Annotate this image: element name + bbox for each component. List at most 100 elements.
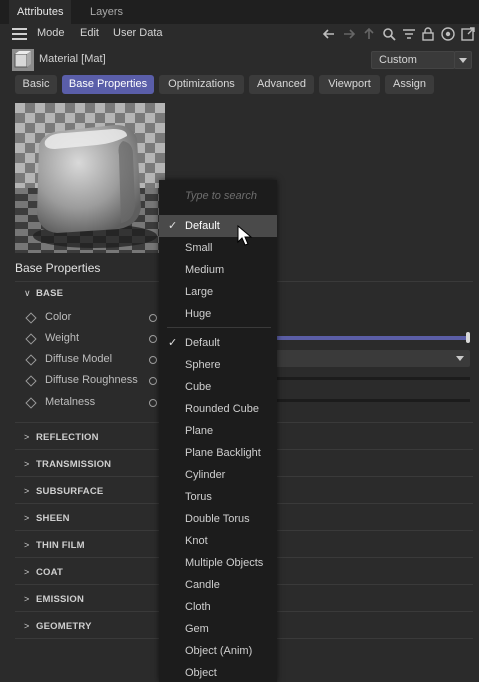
group-label: GEOMETRY bbox=[36, 621, 92, 632]
menu-item-plane-backlight[interactable]: Plane Backlight bbox=[159, 442, 277, 464]
menu-item-multiple-objects[interactable]: Multiple Objects bbox=[159, 552, 277, 574]
group-sheen[interactable]: > SHEEN bbox=[24, 513, 70, 524]
group-label: COAT bbox=[36, 567, 64, 578]
menu-item-label: Object bbox=[185, 667, 217, 679]
group-label: EMISSION bbox=[36, 594, 85, 605]
param-color-label: Color bbox=[45, 311, 72, 323]
menu-item-cube[interactable]: Cube bbox=[159, 376, 277, 398]
group-geometry[interactable]: > GEOMETRY bbox=[24, 621, 92, 632]
keyframe-icon[interactable] bbox=[25, 312, 37, 324]
menu-item-plane[interactable]: Plane bbox=[159, 420, 277, 442]
keyframe-icon[interactable] bbox=[25, 333, 37, 345]
chevron-right-icon: > bbox=[24, 459, 30, 469]
menu-item-torus[interactable]: Torus bbox=[159, 486, 277, 508]
menu-item-label: Knot bbox=[185, 535, 208, 547]
menu-item-label: Gem bbox=[185, 623, 209, 635]
group-label: THIN FILM bbox=[36, 540, 85, 551]
tab-advanced[interactable]: Advanced bbox=[249, 75, 314, 94]
tab-viewport[interactable]: Viewport bbox=[319, 75, 380, 94]
chevron-down-icon bbox=[456, 356, 464, 361]
chevron-right-icon: > bbox=[24, 567, 30, 577]
material-preview[interactable] bbox=[15, 103, 165, 253]
checkmark-icon: ✓ bbox=[168, 220, 178, 232]
back-arrow-icon[interactable] bbox=[321, 26, 337, 42]
search-icon[interactable] bbox=[381, 26, 397, 42]
chevron-down-icon: ∨ bbox=[24, 288, 31, 298]
animate-icon[interactable] bbox=[149, 335, 157, 343]
menu-item-label: Plane bbox=[185, 425, 214, 437]
preview-options-menu: Type to search ✓ Default Small Medium La… bbox=[159, 180, 277, 682]
menu-item-object-default[interactable]: ✓ Default bbox=[159, 332, 277, 354]
preset-dropdown[interactable]: Custom bbox=[371, 51, 455, 69]
menu-item-cloth[interactable]: Cloth bbox=[159, 596, 277, 618]
menu-item-medium[interactable]: Medium bbox=[159, 259, 277, 281]
group-coat[interactable]: > COAT bbox=[24, 567, 63, 578]
tab-basic[interactable]: Basic bbox=[15, 75, 57, 94]
animate-icon[interactable] bbox=[149, 314, 157, 322]
param-metalness-label: Metalness bbox=[45, 396, 96, 408]
hamburger-icon[interactable] bbox=[12, 28, 27, 40]
weight-slider-handle[interactable] bbox=[466, 332, 470, 343]
up-arrow-icon[interactable] bbox=[361, 26, 377, 42]
menu-item-huge[interactable]: Huge bbox=[159, 303, 277, 325]
menu-item-label: Medium bbox=[185, 264, 225, 276]
menu-item-size-default[interactable]: ✓ Default bbox=[159, 215, 277, 237]
forward-arrow-icon[interactable] bbox=[341, 26, 357, 42]
menu-item-cylinder[interactable]: Cylinder bbox=[159, 464, 277, 486]
menu-item-sphere[interactable]: Sphere bbox=[159, 354, 277, 376]
menu-item-double-torus[interactable]: Double Torus bbox=[159, 508, 277, 530]
group-emission[interactable]: > EMISSION bbox=[24, 594, 84, 605]
material-row: Material [Mat] Custom bbox=[0, 47, 479, 73]
menu-edit[interactable]: Edit bbox=[80, 27, 99, 39]
menu-item-label: Cube bbox=[185, 381, 212, 393]
menu-item-label: Torus bbox=[185, 491, 212, 503]
menu-item-label: Huge bbox=[185, 308, 212, 320]
menu-item-large[interactable]: Large bbox=[159, 281, 277, 303]
menu-item-knot[interactable]: Knot bbox=[159, 530, 277, 552]
param-diffuse-model-label: Diffuse Model bbox=[45, 353, 113, 365]
keyframe-icon[interactable] bbox=[25, 397, 37, 409]
animate-icon[interactable] bbox=[149, 377, 157, 385]
group-base[interactable]: ∨ BASE bbox=[24, 288, 63, 299]
menu-item-label: Cylinder bbox=[185, 469, 226, 481]
keyframe-icon[interactable] bbox=[25, 375, 37, 387]
menu-separator bbox=[167, 327, 271, 328]
chevron-right-icon: > bbox=[24, 486, 30, 496]
param-weight-label: Weight bbox=[45, 332, 80, 344]
tab-optimizations[interactable]: Optimizations bbox=[159, 75, 244, 94]
param-diffuse-roughness-label: Diffuse Roughness bbox=[45, 374, 138, 386]
menu-item-label: Cloth bbox=[185, 601, 211, 613]
group-label: TRANSMISSION bbox=[36, 459, 112, 470]
menu-user-data[interactable]: User Data bbox=[113, 27, 163, 39]
filter-icon[interactable] bbox=[401, 26, 417, 42]
checkmark-icon: ✓ bbox=[168, 337, 178, 349]
tab-layers[interactable]: Layers bbox=[82, 0, 131, 24]
keyframe-icon[interactable] bbox=[25, 354, 37, 366]
group-thin-film[interactable]: > THIN FILM bbox=[24, 540, 85, 551]
tab-assign[interactable]: Assign bbox=[385, 75, 434, 94]
lock-icon[interactable] bbox=[420, 26, 436, 42]
menu-item-object[interactable]: Object bbox=[159, 662, 277, 682]
material-thumbnail-icon bbox=[12, 49, 34, 71]
menu-search-input[interactable]: Type to search bbox=[185, 190, 257, 202]
group-transmission[interactable]: > TRANSMISSION bbox=[24, 459, 111, 470]
tab-attributes[interactable]: Attributes bbox=[9, 0, 72, 24]
preset-dropdown-arrow[interactable] bbox=[454, 51, 472, 69]
chevron-right-icon: > bbox=[24, 432, 30, 442]
animate-icon[interactable] bbox=[149, 356, 157, 364]
menu-item-object-anim[interactable]: Object (Anim) bbox=[159, 640, 277, 662]
menu-item-candle[interactable]: Candle bbox=[159, 574, 277, 596]
menu-item-label: Plane Backlight bbox=[185, 447, 261, 459]
group-reflection[interactable]: > REFLECTION bbox=[24, 432, 99, 443]
tab-base-properties[interactable]: Base Properties bbox=[62, 75, 154, 94]
menu-item-rounded-cube[interactable]: Rounded Cube bbox=[159, 398, 277, 420]
menu-mode[interactable]: Mode bbox=[37, 27, 65, 39]
menu-item-label: Multiple Objects bbox=[185, 557, 264, 569]
menu-item-gem[interactable]: Gem bbox=[159, 618, 277, 640]
menu-item-small[interactable]: Small bbox=[159, 237, 277, 259]
group-label: SUBSURFACE bbox=[36, 486, 104, 497]
group-subsurface[interactable]: > SUBSURFACE bbox=[24, 486, 103, 497]
new-window-icon[interactable] bbox=[460, 26, 476, 42]
animate-icon[interactable] bbox=[149, 399, 157, 407]
target-icon[interactable] bbox=[440, 26, 456, 42]
